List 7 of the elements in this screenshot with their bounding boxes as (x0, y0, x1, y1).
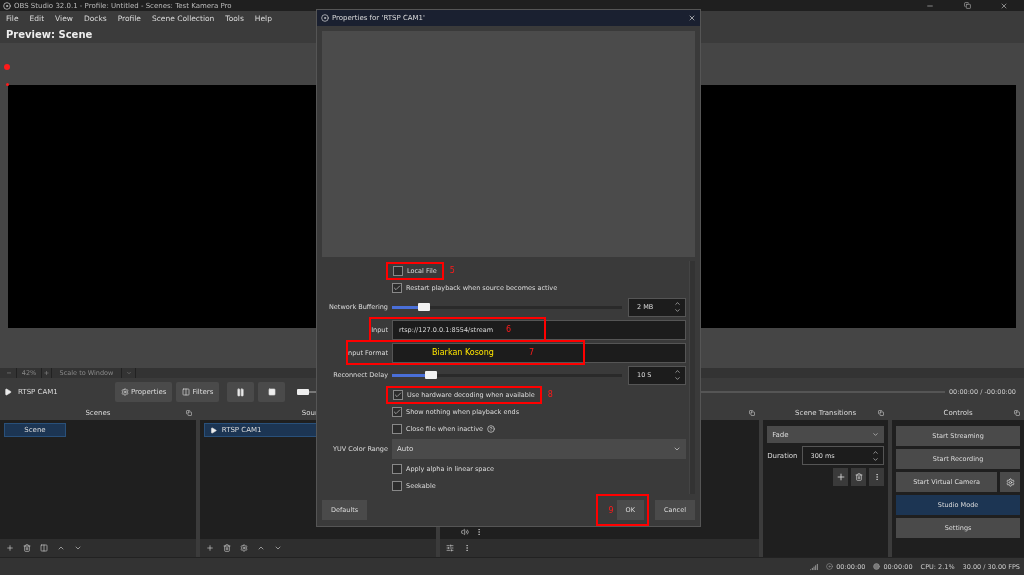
annotation-number: 8 (547, 390, 553, 399)
preview-title: Preview: Scene (5, 28, 94, 42)
annotation-number: 7 (529, 348, 535, 357)
annotation-text: Biarkan Kosong (432, 348, 494, 357)
annotation-number: 5 (449, 266, 455, 275)
annotation-number: 6 (506, 325, 512, 334)
annotation-number: 9 (608, 505, 614, 515)
